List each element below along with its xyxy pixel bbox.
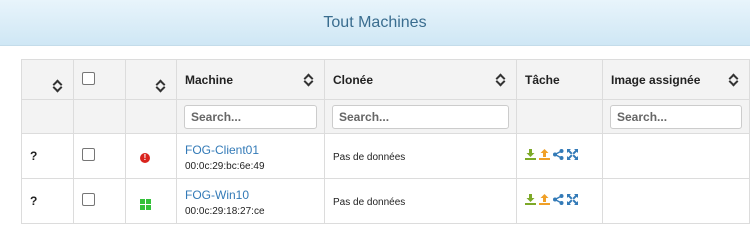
download-icon[interactable] [525, 149, 536, 160]
cloned-value: Pas de données [333, 152, 406, 163]
share-icon[interactable] [553, 194, 564, 205]
task-actions [525, 149, 578, 160]
host-link[interactable]: FOG-Client01 [185, 143, 316, 157]
image-search-input[interactable] [610, 104, 742, 129]
share-icon[interactable] [553, 149, 564, 160]
page-header: Tout Machines [0, 0, 750, 46]
col-machine-header[interactable]: Machine [176, 59, 325, 100]
page-title: Tout Machines [323, 13, 427, 31]
status-label: ? [30, 149, 38, 163]
windows-icon [140, 198, 151, 210]
mac-address: 00:0c:29:18:27:ce [185, 205, 265, 217]
col-image-header[interactable]: Image assignée [602, 59, 750, 100]
sort-icon[interactable] [729, 73, 739, 87]
upload-icon[interactable] [539, 149, 550, 160]
sort-icon[interactable] [496, 73, 506, 87]
download-icon[interactable] [525, 194, 536, 205]
cloned-search-input[interactable] [332, 104, 509, 129]
col-cloned-header[interactable]: Clonée [324, 59, 517, 100]
error-icon: ! [140, 153, 150, 163]
row-checkbox[interactable] [82, 148, 95, 161]
machine-search-input[interactable] [184, 104, 317, 129]
sort-icon[interactable] [156, 79, 166, 93]
sort-icon[interactable] [304, 73, 314, 87]
hosts-table: Machine Clonée Tâche Image assignée ? ! … [21, 59, 750, 224]
expand-icon[interactable] [567, 149, 578, 160]
upload-icon[interactable] [539, 194, 550, 205]
table-row: ? ! FOG-Client01 00:0c:29:bc:6e:49 Pas d… [21, 133, 750, 179]
select-all-checkbox[interactable] [82, 72, 95, 85]
col-status-header[interactable] [21, 59, 74, 100]
row-checkbox[interactable] [82, 193, 95, 206]
col-task-header: Tâche [516, 59, 603, 100]
cloned-value: Pas de données [333, 197, 406, 208]
task-actions [525, 194, 578, 205]
mac-address: 00:0c:29:bc:6e:49 [185, 160, 265, 172]
sort-icon[interactable] [53, 79, 63, 93]
host-link[interactable]: FOG-Win10 [185, 188, 316, 202]
col-os-header[interactable] [125, 59, 177, 100]
expand-icon[interactable] [567, 194, 578, 205]
col-select-header [73, 59, 126, 100]
table-row: ? FOG-Win10 00:0c:29:18:27:ce Pas de don… [21, 178, 750, 224]
status-label: ? [30, 194, 38, 208]
